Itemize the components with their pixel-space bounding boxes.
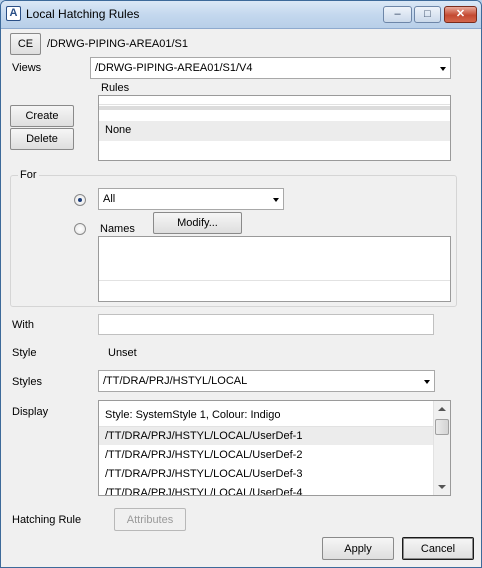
list-item[interactable]: /TT/DRA/PRJ/HSTYL/LOCAL/UserDef-1: [99, 427, 434, 445]
for-all-selected: All: [103, 193, 116, 205]
display-list[interactable]: Style: SystemStyle 1, Colour: Indigo /TT…: [98, 400, 451, 496]
rule-item-label: None: [105, 124, 132, 136]
list-item[interactable]: /TT/DRA/PRJ/HSTYL/LOCAL/UserDef-4: [99, 484, 434, 495]
current-element-path: /DRWG-PIPING-AREA01/S1: [47, 38, 188, 50]
list-separator: [99, 280, 450, 281]
display-label: Display: [12, 406, 49, 418]
modify-button[interactable]: Modify...: [153, 212, 242, 234]
all-radio[interactable]: [74, 194, 86, 206]
chevron-down-icon: [273, 198, 279, 202]
styles-label: Styles: [12, 376, 42, 388]
delete-button[interactable]: Delete: [10, 128, 74, 150]
style-value: Unset: [108, 347, 137, 359]
close-icon: ✕: [455, 8, 466, 20]
rules-label: Rules: [101, 82, 130, 94]
radio-selected-dot: [78, 198, 82, 202]
names-radio[interactable]: [74, 223, 86, 235]
maximize-button[interactable]: □: [414, 6, 441, 23]
with-label: With: [12, 319, 34, 331]
views-dropdown[interactable]: /DRWG-PIPING-AREA01/S1/V4: [90, 57, 451, 79]
list-item[interactable]: /TT/DRA/PRJ/HSTYL/LOCAL/UserDef-2: [99, 446, 434, 464]
names-list[interactable]: [98, 236, 451, 302]
styles-dropdown[interactable]: /TT/DRA/PRJ/HSTYL/LOCAL: [98, 370, 435, 392]
list-separator: [99, 104, 450, 105]
local-hatching-rules-window: A Local Hatching Rules – □ ✕ CE /DRWG-PI…: [0, 0, 482, 568]
create-button[interactable]: Create: [10, 105, 74, 127]
names-label: Names: [100, 223, 135, 235]
cancel-button[interactable]: Cancel: [402, 537, 474, 560]
scroll-down-icon[interactable]: [438, 485, 446, 489]
scroll-up-icon[interactable]: [438, 407, 446, 411]
hatching-rule-label: Hatching Rule: [12, 514, 82, 526]
with-input[interactable]: [98, 314, 434, 335]
styles-selected: /TT/DRA/PRJ/HSTYL/LOCAL: [103, 375, 248, 387]
minimize-button[interactable]: –: [383, 6, 412, 23]
views-selected: /DRWG-PIPING-AREA01/S1/V4: [95, 62, 253, 74]
display-scrollbar[interactable]: [433, 401, 450, 495]
window-title: Local Hatching Rules: [26, 7, 140, 21]
apply-button[interactable]: Apply: [322, 537, 394, 560]
rules-list[interactable]: None: [98, 95, 451, 161]
chevron-down-icon: [440, 67, 446, 71]
minimize-icon: –: [394, 8, 401, 20]
style-label: Style: [12, 347, 37, 359]
list-item[interactable]: /TT/DRA/PRJ/HSTYL/LOCAL/UserDef-3: [99, 465, 434, 483]
app-icon: A: [6, 6, 21, 21]
title-bar[interactable]: A Local Hatching Rules – □ ✕: [1, 1, 481, 29]
for-all-dropdown[interactable]: All: [98, 188, 284, 210]
display-header: Style: SystemStyle 1, Colour: Indigo: [105, 409, 281, 421]
views-label: Views: [12, 62, 42, 74]
list-item[interactable]: None: [99, 121, 450, 141]
close-button[interactable]: ✕: [444, 6, 477, 23]
attributes-button[interactable]: Attributes: [114, 508, 186, 531]
for-label: For: [18, 169, 39, 181]
ce-button[interactable]: CE: [10, 33, 41, 55]
maximize-icon: □: [424, 8, 431, 20]
chevron-down-icon: [424, 380, 430, 384]
list-header-band: [99, 106, 450, 110]
scrollbar-thumb[interactable]: [435, 419, 449, 435]
